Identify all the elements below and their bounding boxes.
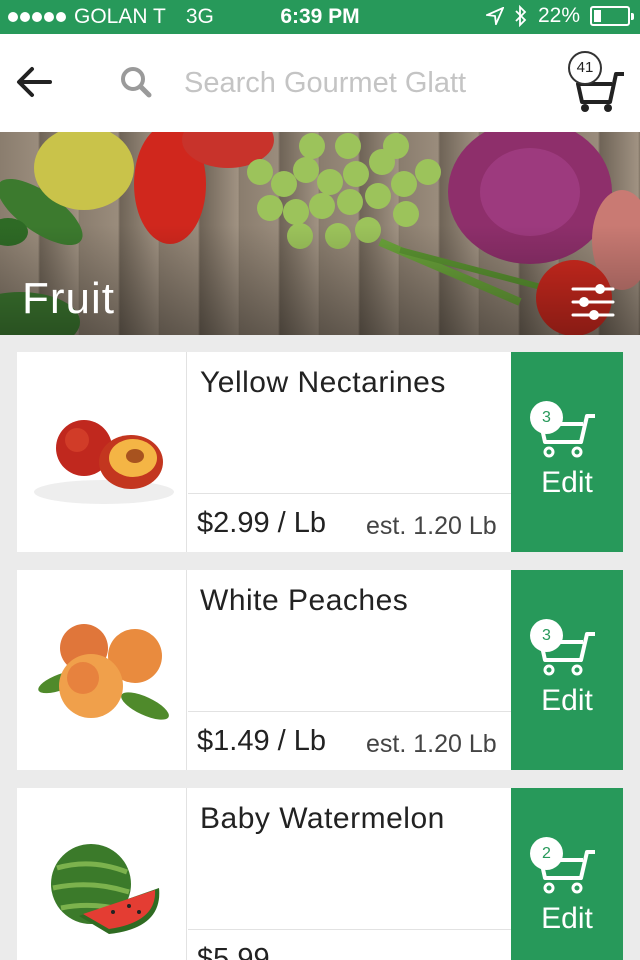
cart-quantity-badge: 2: [530, 837, 563, 870]
product-price: $5.99: [197, 943, 270, 960]
category-title: Fruit: [22, 274, 115, 323]
product-card[interactable]: Yellow Nectarines $2.99 / Lb est. 1.20 L…: [17, 352, 623, 552]
product-name[interactable]: Baby Watermelon: [200, 802, 445, 836]
edit-label: Edit: [541, 466, 593, 499]
edit-cart-button[interactable]: 3 Edit: [511, 352, 623, 552]
cart-quantity-badge: 3: [530, 401, 563, 434]
product-image[interactable]: [17, 352, 187, 552]
product-estimate: est. 1.20 Lb: [366, 730, 497, 758]
bluetooth-icon: [515, 5, 527, 27]
edit-label: Edit: [541, 684, 593, 717]
battery-icon: [590, 6, 634, 26]
card-divider: [188, 929, 511, 930]
card-divider: [188, 493, 511, 494]
cart-quantity-badge: 3: [530, 619, 563, 652]
edit-label: Edit: [541, 902, 593, 935]
product-image[interactable]: [17, 788, 187, 960]
search-icon[interactable]: [118, 64, 154, 100]
product-name[interactable]: Yellow Nectarines: [200, 366, 446, 400]
card-divider: [188, 711, 511, 712]
status-bar: GOLAN T 3G 6:39 PM 22%: [0, 0, 640, 34]
watermelon-image: [51, 844, 160, 934]
peach-image: [38, 624, 169, 720]
product-price: $2.99 / Lb: [197, 507, 326, 539]
cart-count-badge[interactable]: 41: [568, 51, 602, 85]
product-estimate: est. 1.20 Lb: [366, 512, 497, 540]
category-banner: Fruit: [0, 132, 640, 335]
location-icon: [485, 7, 504, 25]
back-arrow-icon[interactable]: [14, 62, 54, 102]
top-nav-bar: 41: [0, 34, 640, 132]
edit-cart-button[interactable]: 3 Edit: [511, 570, 623, 770]
product-price: $1.49 / Lb: [197, 725, 326, 757]
product-card[interactable]: White Peaches $1.49 / Lb est. 1.20 Lb 3 …: [17, 570, 623, 770]
edit-cart-button[interactable]: 2 Edit: [511, 788, 623, 960]
battery-percent: 22%: [537, 4, 580, 27]
product-image[interactable]: [17, 570, 187, 770]
search-input[interactable]: [184, 62, 544, 104]
status-right: 22%: [485, 4, 634, 28]
product-name[interactable]: White Peaches: [200, 584, 408, 618]
product-card[interactable]: Baby Watermelon $5.99 2 Edit: [17, 788, 623, 960]
nectarine-image: [34, 420, 174, 504]
filter-sliders-icon[interactable]: [570, 282, 616, 322]
